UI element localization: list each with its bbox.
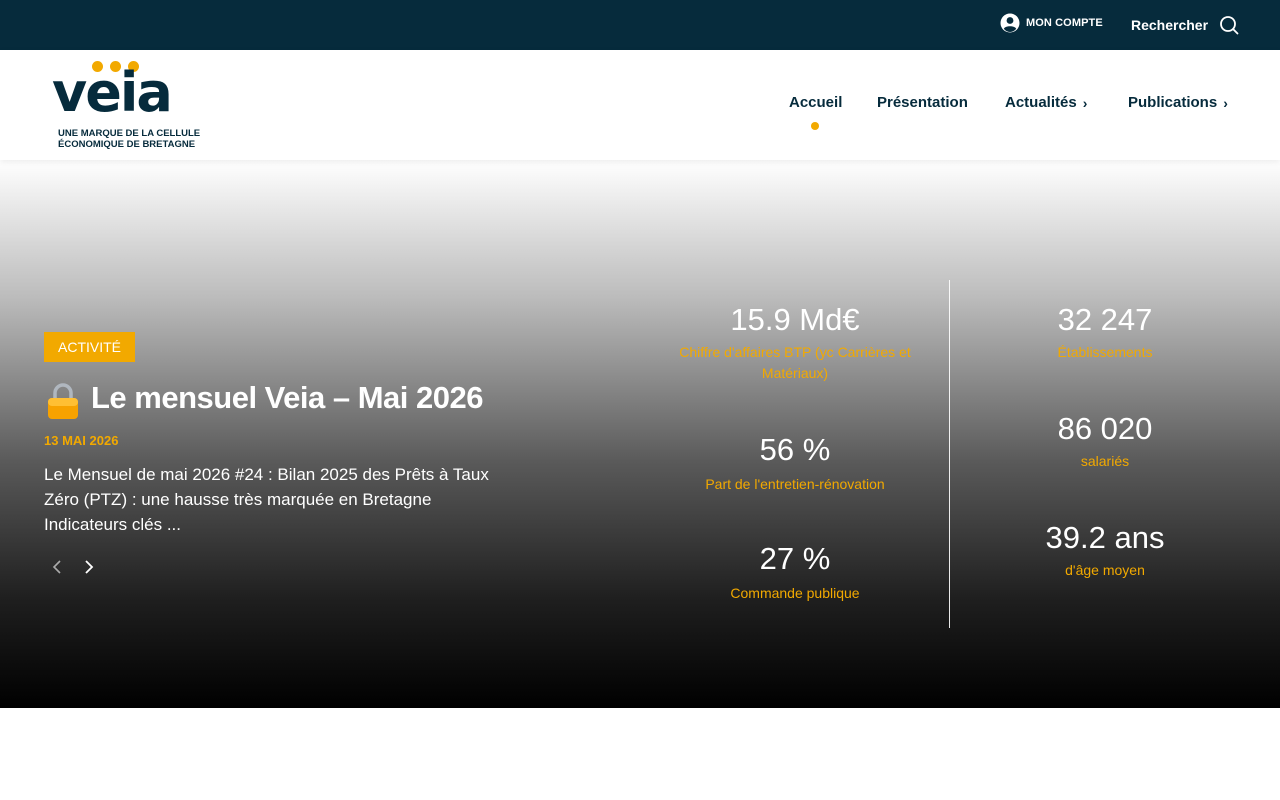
excerpt-line: Indicateurs clés ... — [44, 515, 182, 534]
logo-tagline-line1: UNE MARQUE DE LA CELLULE — [58, 128, 201, 139]
stat-value: 86 020 — [1057, 411, 1153, 446]
nav-item-presentation[interactable]: Présentation — [877, 94, 968, 111]
stat-label: Commande publique — [730, 585, 860, 601]
hero-section: ACTIVITÉ Le mensuel Veia – Mai 2026 13 M… — [0, 160, 1280, 708]
stat-label: d'âge moyen — [1065, 562, 1145, 578]
search-label: Rechercher — [1131, 17, 1209, 33]
hero-excerpt: Le Mensuel de mai 2026 #24 : Bilan 2025 … — [44, 462, 514, 537]
stat-value: 32 247 — [1057, 302, 1153, 337]
chevron-right-icon — [85, 560, 94, 574]
chevron-right-icon: › — [1223, 94, 1228, 111]
excerpt-line: Le Mensuel de mai 2026 #24 : Bilan 2025 … — [44, 465, 489, 484]
stat-label: Part de l'entretien-rénovation — [705, 476, 885, 492]
nav-item-publications[interactable]: Publications › — [1128, 94, 1228, 111]
nav-item-label: Publications — [1128, 94, 1218, 111]
nav-item-accueil[interactable]: Accueil — [789, 94, 842, 111]
active-indicator — [811, 122, 819, 130]
stat-average-age: 39.2 ans d'âge moyen — [960, 520, 1250, 581]
logo-tagline: UNE MARQUE DE LA CELLULE ÉCONOMIQUE DE B… — [58, 128, 200, 150]
site-header: veia UNE MARQUE DE LA CELLULE ÉCONOMIQUE… — [0, 50, 1280, 160]
logo-tagline-line2: ÉCONOMIQUE DE BRETAGNE — [58, 139, 196, 150]
stat-public-order: 27 % Commande publique — [640, 541, 950, 604]
nav-item-label: Présentation — [877, 94, 968, 111]
my-account-link[interactable]: MON COMPTE — [1000, 12, 1103, 34]
slider-prev-button[interactable] — [45, 556, 69, 578]
stat-label: Établissements — [1057, 344, 1153, 360]
stat-label: Chiffre d'affaires BTP (yc Carrières et … — [679, 344, 911, 381]
search-button[interactable]: Rechercher — [1131, 13, 1239, 37]
stat-value: 39.2 ans — [1045, 520, 1165, 555]
logo-wordmark: veia — [52, 61, 173, 124]
hero-date: 13 MAI 2026 — [44, 433, 119, 448]
stat-employees: 86 020 salariés — [960, 411, 1250, 472]
nav-item-label: Actualités — [1005, 94, 1077, 111]
stat-value: 56 % — [759, 432, 831, 467]
top-bar: MON COMPTE Rechercher — [0, 0, 1280, 50]
stat-establishments: 32 247 Établissements — [960, 302, 1250, 363]
chevron-left-icon — [52, 560, 61, 574]
search-icon — [1220, 16, 1239, 35]
stat-renovation-share: 56 % Part de l'entretien-rénovation — [640, 432, 950, 495]
slider-next-button[interactable] — [77, 556, 101, 578]
stat-label: salariés — [1080, 453, 1130, 469]
excerpt-line: Zéro (PTZ) : une hausse très marquée en … — [44, 490, 432, 509]
stats-divider — [949, 280, 950, 628]
user-icon — [1000, 13, 1020, 33]
stat-value: 15.9 Md€ — [730, 302, 860, 337]
nav-item-label: Accueil — [789, 94, 843, 111]
my-account-label: MON COMPTE — [1026, 17, 1103, 29]
veia-logo[interactable]: veia UNE MARQUE DE LA CELLULE ÉCONOMIQUE… — [52, 60, 200, 152]
lock-icon — [48, 383, 78, 419]
chevron-right-icon: › — [1082, 94, 1088, 111]
stat-value: 27 % — [759, 541, 831, 576]
nav-item-actualites[interactable]: Actualités › — [1005, 94, 1087, 111]
category-badge[interactable]: ACTIVITÉ — [44, 332, 136, 362]
hero-title[interactable]: Le mensuel Veia – Mai 2026 — [91, 380, 483, 416]
stat-revenue: 15.9 Md€ Chiffre d'affaires BTP (yc Carr… — [640, 302, 950, 384]
